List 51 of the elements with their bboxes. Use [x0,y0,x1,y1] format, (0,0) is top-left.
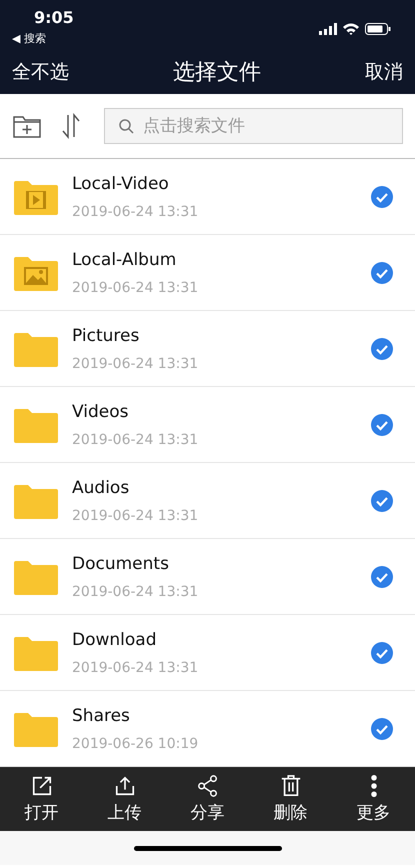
file-date: 2019-06-24 13:31 [72,660,200,676]
more-icon [370,774,376,796]
external-link-icon [30,774,52,796]
trash-icon [280,774,302,796]
checked-icon[interactable] [371,414,393,436]
file-date: 2019-06-24 13:31 [72,280,200,296]
file-row[interactable]: Local-Album 2019-06-24 13:31 [0,235,415,311]
action-button[interactable]: 打开 [16,774,66,824]
checked-icon[interactable] [371,718,393,740]
action-button[interactable]: 上传 [100,774,150,824]
deselect-all-button[interactable]: 全不选 [12,59,69,85]
search-icon [118,118,134,134]
page-title: 选择文件 [173,59,261,87]
upload-icon [114,774,136,796]
signal-icon [319,23,337,35]
file-date: 2019-06-24 13:31 [72,432,200,448]
action-button[interactable]: 分享 [182,774,232,824]
file-date: 2019-06-24 13:31 [72,356,200,372]
file-row[interactable]: Download 2019-06-24 13:31 [0,615,415,691]
file-date: 2019-06-24 13:31 [72,584,200,600]
action-button[interactable]: 更多 [348,774,398,824]
cancel-button[interactable]: 取消 [365,59,403,85]
file-row[interactable]: Local-Video 2019-06-24 13:31 [0,159,415,235]
back-link[interactable]: ◀ 搜索 [12,31,74,46]
wifi-icon [343,23,359,35]
status-time: 9:05 [33,8,74,27]
file-date: 2019-06-26 10:19 [72,736,200,752]
checked-icon[interactable] [371,566,393,588]
checked-icon[interactable] [371,186,393,208]
file-date: 2019-06-24 13:31 [72,508,200,524]
file-name: Audios [72,478,130,498]
file-row[interactable]: Documents 2019-06-24 13:31 [0,539,415,615]
file-date: 2019-06-24 13:31 [72,204,200,220]
file-row[interactable]: Audios 2019-06-24 13:31 [0,463,415,539]
checked-icon[interactable] [371,338,393,360]
file-name: Local-Video [72,174,170,194]
battery-icon [365,23,391,35]
action-button[interactable]: 删除 [266,774,316,824]
checked-icon[interactable] [371,490,393,512]
file-row[interactable]: Videos 2019-06-24 13:31 [0,387,415,463]
file-name: Pictures [72,326,140,346]
checked-icon[interactable] [371,642,393,664]
share-icon [196,774,218,796]
file-name: Videos [72,402,130,422]
file-name: Download [72,630,158,650]
file-row[interactable]: Pictures 2019-06-24 13:31 [0,311,415,387]
checked-icon[interactable] [371,262,393,284]
file-name: Documents [72,554,170,574]
search-field[interactable]: 点击搜索文件 [104,108,403,144]
file-name: Shares [72,706,131,726]
file-name: Local-Album [72,250,178,270]
